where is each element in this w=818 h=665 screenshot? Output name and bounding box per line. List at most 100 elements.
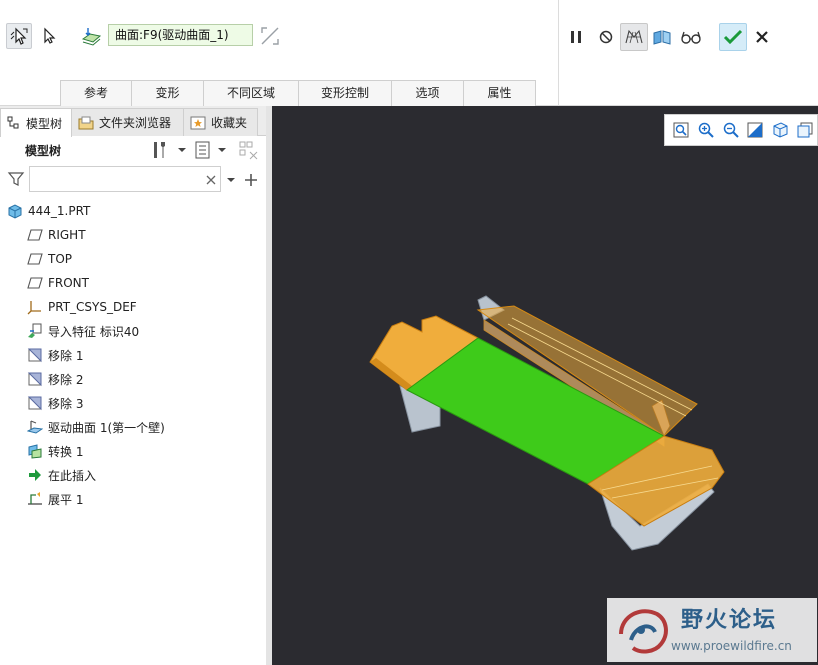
tree-item-insert-here[interactable]: 在此插入 bbox=[27, 463, 96, 487]
tree-columns-button[interactable] bbox=[238, 140, 260, 160]
tree-item-label: FRONT bbox=[48, 276, 89, 290]
pause-icon bbox=[571, 31, 581, 43]
tree-item-driving-surface[interactable]: 驱动曲面 1(第一个壁) bbox=[27, 415, 165, 439]
tab-model-tree[interactable]: 模型树 bbox=[0, 108, 72, 137]
model-tree-title: 模型树 bbox=[25, 144, 62, 158]
datum-plane-icon bbox=[27, 227, 43, 243]
feature-dashboard: 曲面:F9(驱动曲面_1) 参考 变形 不同区域 变形控制 选项 属性 bbox=[0, 0, 818, 106]
tab-different-regions[interactable]: 不同区域 bbox=[203, 80, 299, 106]
forum-watermark: 野火论坛 www.proewildfire.cn bbox=[607, 598, 817, 662]
surface-collector-icon bbox=[80, 25, 102, 47]
flatten-icon bbox=[27, 491, 43, 507]
proewildfire-logo-icon bbox=[619, 609, 668, 654]
tree-item-remove-3[interactable]: 移除 3 bbox=[27, 391, 83, 415]
tree-item-label: 移除 3 bbox=[48, 396, 84, 411]
no-preview-icon bbox=[599, 30, 613, 44]
filter-row bbox=[0, 164, 266, 194]
tree-item-csys[interactable]: PRT_CSYS_DEF bbox=[27, 295, 137, 319]
settings-button[interactable] bbox=[150, 140, 190, 160]
tab-folder-browser-label: 文件夹浏览器 bbox=[99, 116, 172, 130]
smart-select-button[interactable] bbox=[6, 23, 32, 49]
remove-icon bbox=[27, 347, 43, 363]
tree-item-label: 驱动曲面 1(第一个壁) bbox=[48, 420, 165, 435]
ok-button[interactable] bbox=[719, 23, 747, 51]
chevron-down-icon bbox=[178, 148, 186, 152]
refit-button[interactable] bbox=[669, 117, 694, 143]
no-preview-button[interactable] bbox=[592, 23, 620, 51]
filter-dropdown-icon[interactable] bbox=[226, 175, 236, 185]
refit-icon bbox=[673, 122, 689, 138]
tab-properties[interactable]: 属性 bbox=[463, 80, 536, 106]
filter-icon bbox=[7, 172, 25, 186]
zoom-in-icon bbox=[698, 122, 714, 138]
tab-references[interactable]: 参考 bbox=[60, 80, 132, 106]
driving-surface-icon bbox=[27, 419, 43, 435]
navigator-panel: 模型树 文件夹浏览器 收藏夹 模型树 444_1.PRT RIGHT TOP F… bbox=[0, 106, 266, 665]
model-tree-header: 模型树 bbox=[0, 137, 266, 163]
tree-item-conversion[interactable]: 转换 1 bbox=[27, 439, 83, 463]
display-style-icon bbox=[773, 122, 788, 138]
zoom-out-button[interactable] bbox=[718, 117, 743, 143]
pointer-icon bbox=[44, 27, 56, 44]
conversion-icon bbox=[27, 443, 43, 459]
select-button[interactable] bbox=[36, 23, 62, 49]
glasses-icon bbox=[681, 31, 701, 44]
tree-item-flatten[interactable]: 展平 1 bbox=[27, 487, 83, 511]
model-tree-icon bbox=[7, 116, 21, 130]
tree-item-top[interactable]: TOP bbox=[27, 247, 72, 271]
tree-search-input[interactable] bbox=[29, 166, 221, 192]
import-feature-icon bbox=[27, 323, 43, 339]
geometry-preview-button[interactable] bbox=[620, 23, 648, 51]
tab-model-tree-label: 模型树 bbox=[26, 116, 63, 131]
csys-icon bbox=[27, 299, 43, 315]
smart-select-icon bbox=[10, 27, 28, 45]
graphics-window[interactable]: 野火论坛 www.proewildfire.cn bbox=[272, 106, 818, 665]
repaint-button[interactable] bbox=[743, 117, 768, 143]
pause-button[interactable] bbox=[562, 23, 590, 51]
flip-direction-icon bbox=[261, 27, 279, 45]
dashboard-tabs: 参考 变形 不同区域 变形控制 选项 属性 bbox=[60, 80, 536, 106]
tree-item-right[interactable]: RIGHT bbox=[27, 223, 86, 247]
tree-columns-icon bbox=[239, 141, 258, 160]
zoom-in-button[interactable] bbox=[694, 117, 719, 143]
reference-collector-field[interactable]: 曲面:F9(驱动曲面_1) bbox=[108, 24, 253, 46]
navigator-tabs: 模型树 文件夹浏览器 收藏夹 bbox=[0, 106, 266, 137]
tree-item-part[interactable]: 444_1.PRT bbox=[7, 199, 90, 223]
clear-search-icon[interactable] bbox=[206, 175, 216, 185]
tree-item-label: PRT_CSYS_DEF bbox=[48, 300, 137, 314]
chevron-down-icon bbox=[218, 148, 226, 152]
datum-plane-icon bbox=[27, 275, 43, 291]
repaint-icon bbox=[747, 122, 763, 138]
view-toolbar bbox=[664, 114, 818, 146]
tree-item-label: RIGHT bbox=[48, 228, 86, 242]
tree-item-label: 在此插入 bbox=[48, 468, 97, 483]
tree-item-label: 导入特征 标识40 bbox=[48, 324, 140, 339]
tree-item-label: 移除 2 bbox=[48, 372, 84, 387]
tab-folder-browser[interactable]: 文件夹浏览器 bbox=[71, 108, 184, 136]
remove-icon bbox=[27, 395, 43, 411]
tab-favorites-label: 收藏夹 bbox=[211, 116, 248, 130]
saved-views-icon bbox=[797, 122, 813, 138]
flip-direction-button[interactable] bbox=[259, 25, 281, 47]
tree-item-import-feature[interactable]: 导入特征 标识40 bbox=[27, 319, 139, 343]
saved-views-button[interactable] bbox=[792, 117, 817, 143]
feature-preview-button[interactable] bbox=[648, 23, 676, 51]
show-button[interactable] bbox=[194, 140, 234, 160]
list-settings-icon bbox=[195, 141, 210, 159]
tab-deform-control[interactable]: 变形控制 bbox=[298, 80, 392, 106]
part-icon bbox=[7, 203, 23, 219]
add-filter-icon[interactable] bbox=[244, 173, 258, 187]
tab-options[interactable]: 选项 bbox=[391, 80, 464, 106]
tools-icon bbox=[154, 142, 165, 158]
tree-item-front[interactable]: FRONT bbox=[27, 271, 89, 295]
tree-item-remove-1[interactable]: 移除 1 bbox=[27, 343, 83, 367]
ribbon-separator bbox=[558, 0, 559, 106]
cancel-button[interactable] bbox=[748, 23, 776, 51]
tab-deform[interactable]: 变形 bbox=[131, 80, 204, 106]
tab-favorites[interactable]: 收藏夹 bbox=[183, 108, 258, 136]
tree-item-remove-2[interactable]: 移除 2 bbox=[27, 367, 83, 391]
watermark-title: 野火论坛 bbox=[681, 608, 778, 633]
close-icon bbox=[756, 31, 768, 43]
verify-mode-button[interactable] bbox=[677, 23, 705, 51]
display-style-button[interactable] bbox=[768, 117, 793, 143]
